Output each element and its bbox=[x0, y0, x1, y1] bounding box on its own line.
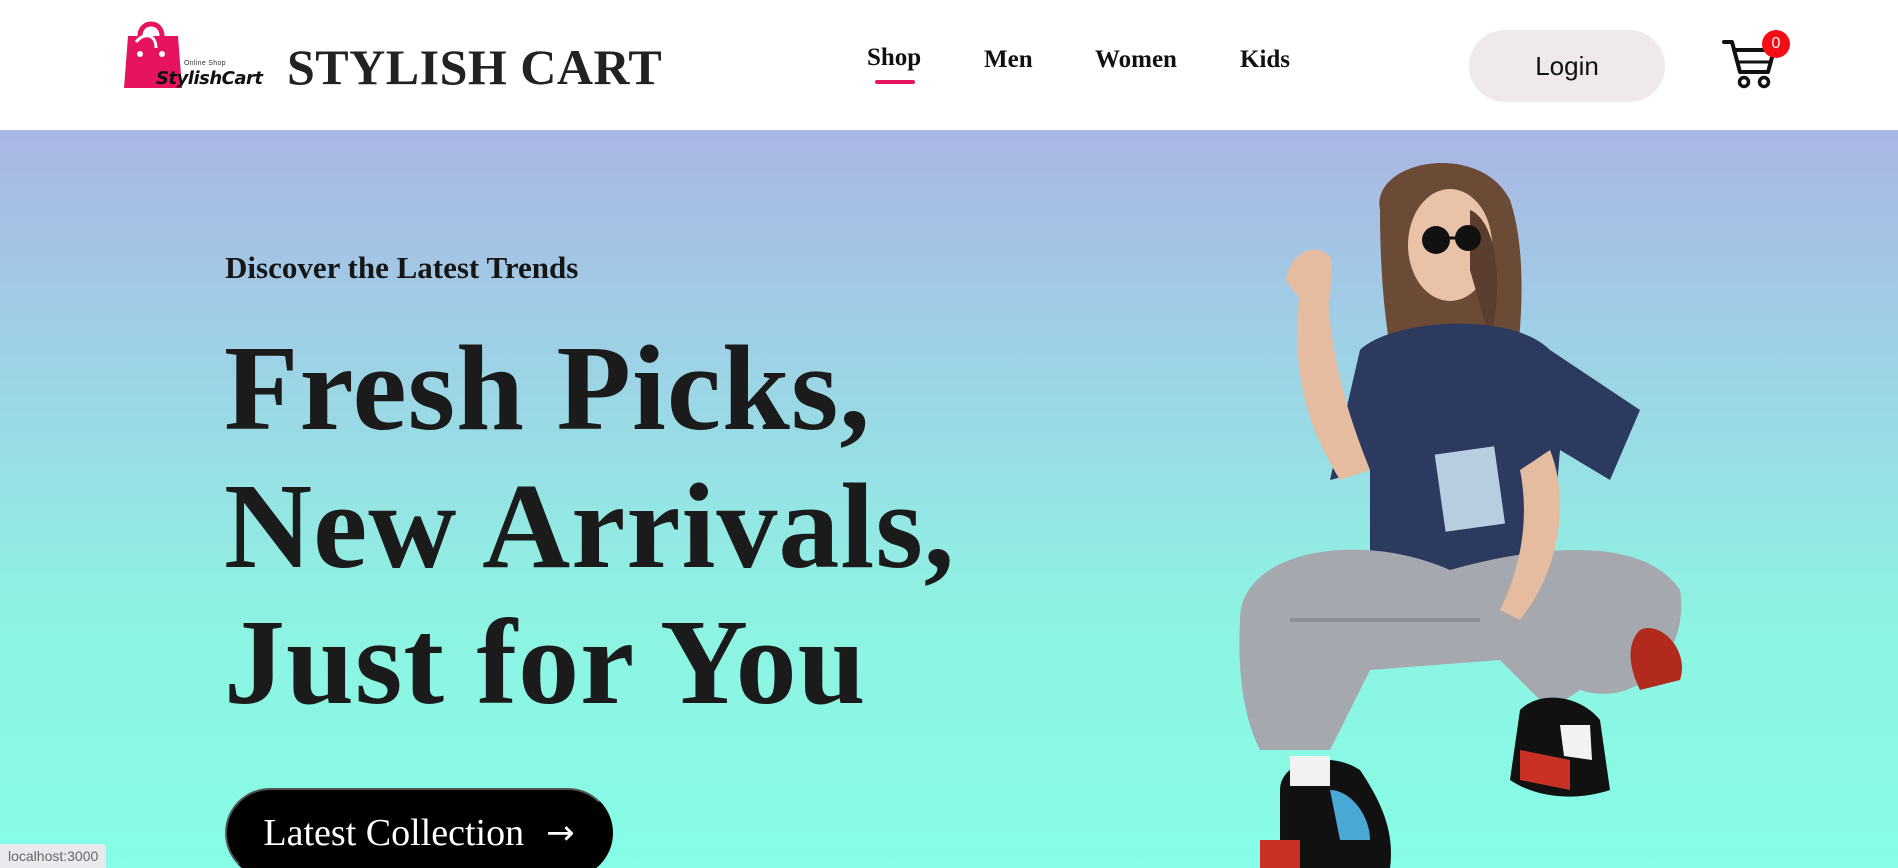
nav-active-underline bbox=[875, 80, 915, 84]
status-bar-url: localhost:3000 bbox=[0, 844, 107, 868]
latest-collection-button[interactable]: Latest Collection → bbox=[225, 788, 613, 868]
hero-headline-line-1: Fresh Picks, bbox=[224, 321, 871, 456]
login-button[interactable]: Login bbox=[1469, 30, 1665, 102]
hero-headline-line-2: New Arrivals, bbox=[224, 459, 956, 594]
logo[interactable]: Online Shop StylishCart bbox=[122, 14, 263, 92]
hero-model-image bbox=[1239, 162, 1682, 868]
brand-title: STYLISH CART bbox=[287, 39, 663, 95]
nav-item-men[interactable]: Men bbox=[984, 46, 1033, 74]
cta-label: Latest Collection bbox=[263, 812, 525, 854]
nav-item-shop[interactable]: Shop bbox=[867, 44, 921, 72]
logo-tagline: Online Shop bbox=[184, 60, 226, 67]
cart-count-badge: 0 bbox=[1762, 30, 1790, 58]
arrow-right-icon: → bbox=[546, 813, 575, 853]
hero-headline-line-3: Just for You bbox=[224, 595, 867, 730]
hero-banner: Discover the Latest Trends Fresh Picks, … bbox=[0, 130, 1898, 868]
logo-wordmark: StylishCart bbox=[156, 68, 263, 89]
nav-item-women[interactable]: Women bbox=[1095, 46, 1177, 74]
hero-subtitle: Discover the Latest Trends bbox=[225, 250, 579, 285]
site-header: Online Shop StylishCart STYLISH CART Sho… bbox=[0, 0, 1898, 130]
nav-item-kids[interactable]: Kids bbox=[1240, 46, 1290, 74]
